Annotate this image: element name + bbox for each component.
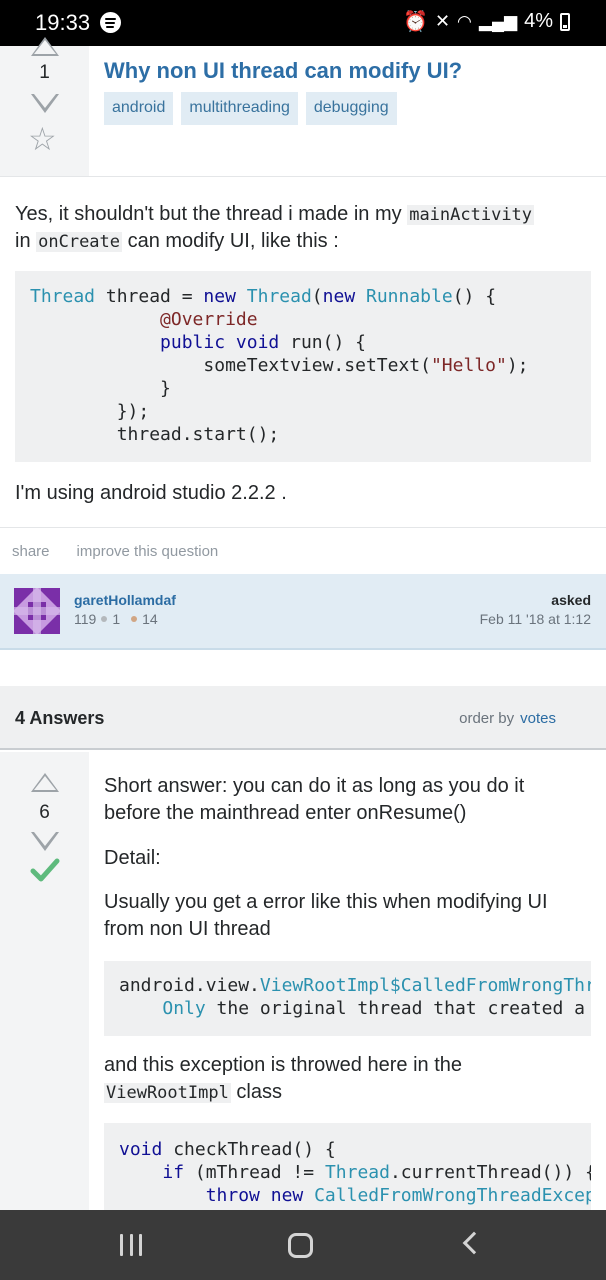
question-body-line2: in onCreate can modify UI, like this :: [15, 227, 339, 256]
tag-android[interactable]: android: [104, 92, 174, 125]
code-lines: Thread thread = new Thread(new Runnable(…: [30, 286, 529, 445]
recents-icon[interactable]: [120, 1234, 142, 1256]
question-body-after-code: I'm using android studio 2.2.2 .: [15, 482, 287, 504]
home-icon[interactable]: [288, 1233, 313, 1258]
asked-date: Feb 11 '18 at 1:12: [479, 611, 591, 627]
reputation-score: 119: [74, 611, 97, 627]
mute-icon: ✕: [434, 11, 451, 31]
code-lines: void checkThread() { if (mThread != Thre…: [119, 1139, 591, 1206]
divider: [0, 527, 606, 528]
sort-label: order by: [459, 710, 515, 727]
downvote-icon[interactable]: [31, 832, 59, 851]
signal-icon: ▂▄▆: [478, 11, 518, 31]
answers-count: 4 Answers: [15, 708, 105, 728]
question-vote-count: 1: [39, 62, 50, 83]
downvote-icon[interactable]: [31, 94, 59, 113]
answers-header: 4 Answers order by votes: [0, 686, 606, 750]
improve-question-link[interactable]: improve this question: [77, 543, 219, 560]
inline-code: onCreate: [36, 232, 123, 252]
upvote-icon[interactable]: [31, 37, 59, 56]
answer-paragraph-3: Usually you get a error like this when m…: [104, 891, 548, 940]
favorite-star-icon[interactable]: ☆: [28, 123, 57, 155]
android-nav-bar: [0, 1210, 606, 1280]
answer-paragraph-4: and this exception is throwed here in th…: [104, 1052, 584, 1107]
answer: 6 Short answer: you can do it as long as…: [0, 752, 606, 1210]
alarm-icon: ⏰: [403, 11, 428, 33]
status-time: 19:33: [35, 10, 91, 35]
question-text: can modify UI, like this :: [122, 230, 339, 252]
sort-value[interactable]: votes: [520, 710, 556, 727]
owner-name[interactable]: garetHollamdaf: [74, 592, 176, 608]
avatar[interactable]: [14, 588, 60, 634]
question-tags: android multithreading debugging: [104, 92, 397, 125]
question-body-line1: Yes, it shouldn't but the thread i made …: [15, 200, 535, 229]
inline-code: ViewRootImpl: [104, 1083, 231, 1103]
question-vote-column: 1 ☆: [0, 37, 89, 176]
spotify-icon: [100, 12, 121, 33]
share-link[interactable]: share: [12, 543, 50, 560]
owner-reputation: 119 1 14: [74, 611, 158, 627]
battery-icon: [560, 12, 570, 31]
question-text: in: [15, 230, 37, 252]
question-code-block: Thread thread = new Thread(new Runnable(…: [15, 271, 591, 462]
answer-code-block-1: android.view.ViewRootImpl$CalledFromWron…: [104, 961, 591, 1036]
accepted-check-icon: [30, 858, 60, 882]
question-text: Yes, it shouldn't but the thread i made …: [15, 203, 408, 225]
bronze-badge-icon: [131, 616, 138, 622]
answer-paragraph-1: Short answer: you can do it as long as y…: [104, 775, 525, 824]
wifi-icon: ◠: [457, 11, 472, 31]
divider: [0, 176, 606, 177]
answer-text: and this exception is throwed here in th…: [104, 1054, 462, 1076]
back-icon[interactable]: [462, 1231, 486, 1255]
sort-control[interactable]: order by votes: [459, 710, 556, 727]
inline-code: mainActivity: [407, 205, 535, 225]
status-icons: ⏰ ✕ ◠ ▂▄▆ 4%: [403, 9, 570, 34]
question-title[interactable]: Why non UI thread can modify UI?: [104, 58, 462, 84]
silver-badge-count: 1: [112, 611, 121, 627]
upvote-icon[interactable]: [31, 773, 59, 792]
tag-debugging[interactable]: debugging: [305, 92, 397, 125]
question-header: 1 ☆ Why non UI thread can modify UI? and…: [0, 37, 606, 176]
answer-code-block-2: void checkThread() { if (mThread != Thre…: [104, 1123, 591, 1210]
answer-text: class: [230, 1081, 282, 1103]
code-lines: android.view.ViewRootImpl$CalledFromWron…: [119, 975, 591, 1019]
tag-multithreading[interactable]: multithreading: [181, 92, 298, 125]
answer-vote-column: 6: [0, 752, 89, 1210]
question-owner-card: garetHollamdaf 119 1 14 asked Feb 11 '18…: [0, 574, 606, 650]
answer-vote-count: 6: [39, 802, 50, 823]
answer-paragraph-2: Detail:: [104, 847, 161, 869]
question-actions: share improve this question: [12, 543, 218, 560]
battery-percent: 4%: [524, 10, 553, 32]
bronze-badge-count: 14: [142, 611, 158, 627]
status-bar: 19:33 ⏰ ✕ ◠ ▂▄▆ 4%: [0, 0, 606, 46]
asked-label: asked: [551, 592, 591, 608]
silver-badge-icon: [101, 616, 108, 622]
